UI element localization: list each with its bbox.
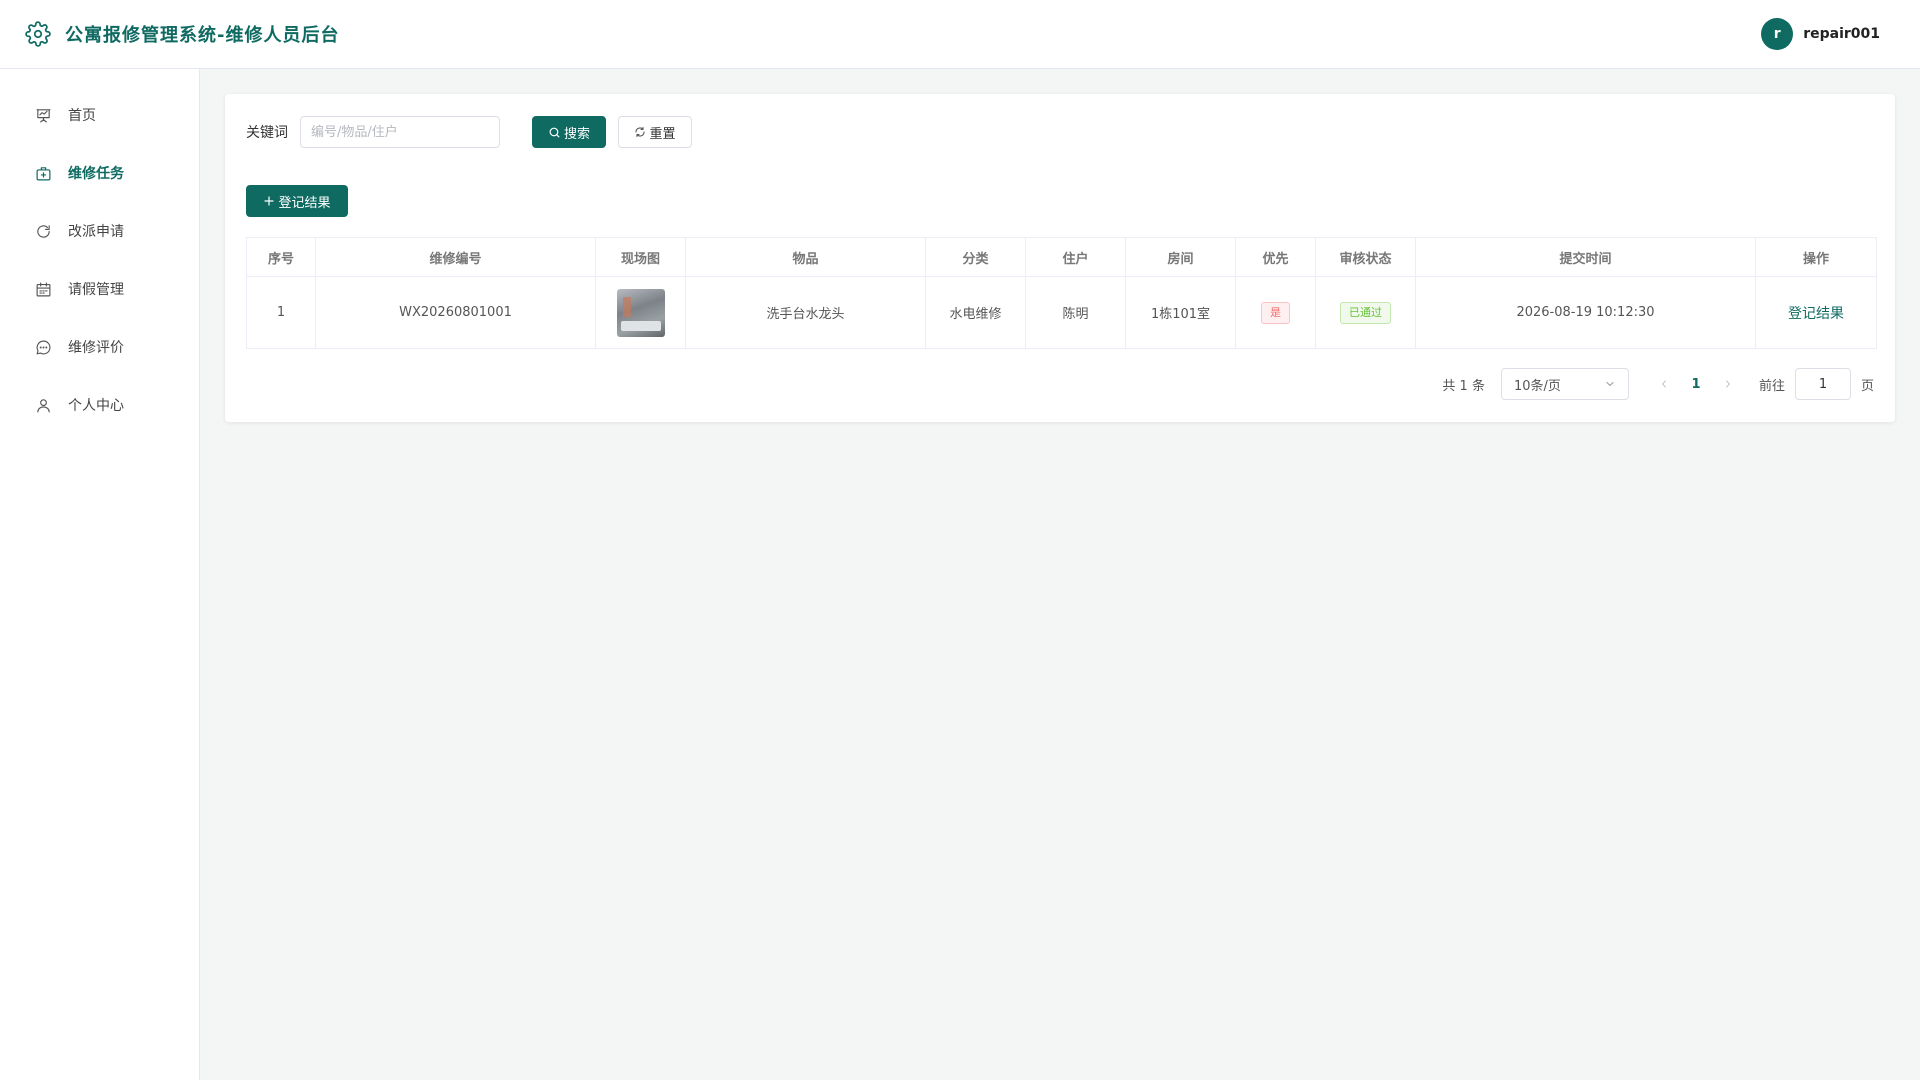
search-button[interactable]: 搜索	[532, 116, 606, 148]
chat-bubble-icon	[34, 338, 52, 356]
chevron-down-icon	[1606, 382, 1614, 386]
register-result-link[interactable]: 登记结果	[1788, 306, 1844, 322]
table-header-row: 序号 维修编号 现场图 物品 分类 住户 房间 优先 审核状态 提交时间 操作	[246, 237, 1877, 277]
sidebar-item-repair-tasks[interactable]: 维修任务	[0, 144, 199, 202]
search-form: 关键词 搜索 重置	[246, 116, 692, 148]
col-action: 操作	[1755, 237, 1877, 277]
first-aid-kit-icon	[34, 164, 52, 182]
page-size-value: 10条/页	[1513, 378, 1561, 394]
search-button-label: 搜索	[563, 126, 590, 142]
cell-status: 已通过	[1315, 276, 1416, 349]
table-header: 序号 维修编号 现场图 物品 分类 住户 房间 优先 审核状态 提交时间 操作	[246, 237, 1877, 277]
top-header: 公寓报修管理系统-维修人员后台 r repair001	[0, 0, 1920, 69]
goto-page-input[interactable]	[1794, 368, 1851, 400]
col-index: 序号	[246, 237, 316, 277]
cell-submitted: 2026-08-19 10:12:30	[1415, 276, 1756, 349]
col-status: 审核状态	[1315, 237, 1416, 277]
keyword-input[interactable]	[300, 116, 500, 148]
col-code: 维修编号	[315, 237, 596, 277]
refresh-icon	[635, 126, 646, 138]
priority-badge: 是	[1261, 301, 1290, 324]
pagination: 共 1 条 10条/页 1 前往 页	[1442, 368, 1874, 400]
sidebar-item-leave[interactable]: 请假管理	[0, 260, 199, 318]
cell-code: WX20260801001	[315, 276, 596, 349]
col-priority: 优先	[1235, 237, 1316, 277]
goto-suffix: 页	[1860, 378, 1874, 394]
chevron-right-icon	[1725, 380, 1730, 388]
cell-priority: 是	[1235, 276, 1316, 349]
cell-resident: 陈明	[1025, 276, 1126, 349]
sidebar-item-label: 请假管理	[68, 282, 124, 298]
sidebar: 首页 维修任务 改派申请 请假管理 维修评价 个人中心	[0, 69, 200, 1080]
brand: 公寓报修管理系统-维修人员后台	[0, 21, 339, 47]
col-category: 分类	[925, 237, 1026, 277]
sidebar-item-profile[interactable]: 个人中心	[0, 376, 199, 434]
user-menu[interactable]: r repair001	[1761, 18, 1880, 50]
cell-action: 登记结果	[1755, 276, 1877, 349]
cell-room: 1栋101室	[1125, 276, 1236, 349]
prev-page-button[interactable]	[1649, 369, 1679, 399]
sidebar-item-home[interactable]: 首页	[0, 86, 199, 144]
presentation-icon	[34, 106, 52, 124]
col-photo: 现场图	[595, 237, 686, 277]
register-result-button[interactable]: 登记结果	[246, 185, 348, 217]
cell-index: 1	[246, 276, 316, 349]
site-photo-thumbnail[interactable]	[616, 288, 665, 337]
refresh-icon	[34, 222, 52, 240]
next-page-button[interactable]	[1713, 369, 1743, 399]
cell-category: 水电维修	[925, 276, 1026, 349]
col-submitted: 提交时间	[1415, 237, 1756, 277]
sidebar-item-label: 维修任务	[68, 166, 124, 182]
user-icon	[34, 396, 52, 414]
search-icon	[549, 127, 560, 137]
sidebar-item-reassign[interactable]: 改派申请	[0, 202, 199, 260]
app-title: 公寓报修管理系统-维修人员后台	[65, 25, 340, 46]
goto-label: 前往	[1758, 378, 1785, 394]
cell-photo	[595, 276, 686, 349]
page-size-select[interactable]: 10条/页	[1500, 368, 1629, 400]
total-count: 共 1 条	[1442, 378, 1485, 394]
register-result-label: 登记结果	[278, 195, 331, 211]
main-card: 关键词 搜索 重置 登记结果 序号 维修编号 现场图 物品 分类 住户 房间	[225, 94, 1895, 422]
chevron-left-icon	[1661, 380, 1666, 388]
sidebar-item-label: 改派申请	[68, 224, 124, 240]
reset-button[interactable]: 重置	[618, 116, 692, 148]
keyword-label: 关键词	[246, 125, 288, 141]
username[interactable]: repair001	[1803, 26, 1880, 42]
cell-item: 洗手台水龙头	[685, 276, 926, 349]
col-room: 房间	[1125, 237, 1236, 277]
col-item: 物品	[685, 237, 926, 277]
avatar[interactable]: r	[1761, 18, 1794, 50]
gear-icon	[25, 21, 51, 47]
sidebar-item-label: 首页	[68, 108, 96, 124]
reset-button-label: 重置	[649, 126, 676, 142]
page-number-current[interactable]: 1	[1679, 369, 1713, 399]
sidebar-item-reviews[interactable]: 维修评价	[0, 318, 199, 376]
table-row: 1 WX20260801001 洗手台水龙头 水电维修 陈明 1栋101室 是 …	[246, 276, 1877, 349]
plus-icon	[264, 196, 275, 206]
sidebar-item-label: 维修评价	[68, 340, 124, 356]
calendar-icon	[34, 280, 52, 298]
repair-task-table: 序号 维修编号 现场图 物品 分类 住户 房间 优先 审核状态 提交时间 操作 …	[246, 237, 1877, 349]
col-resident: 住户	[1025, 237, 1126, 277]
sidebar-item-label: 个人中心	[68, 398, 124, 414]
status-badge: 已通过	[1340, 301, 1391, 324]
